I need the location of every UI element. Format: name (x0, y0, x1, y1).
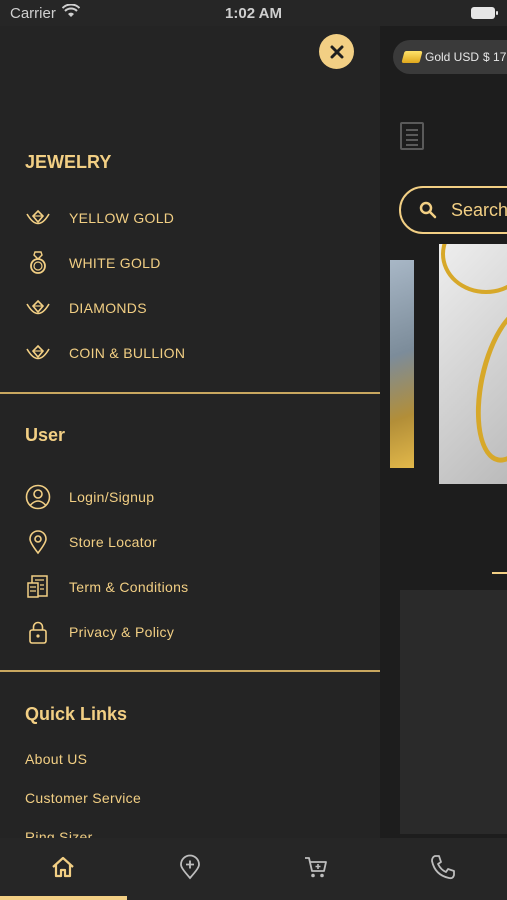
menu-item-login-signup[interactable]: Login/Signup (25, 482, 154, 512)
divider (0, 392, 380, 394)
lock-icon (25, 619, 51, 645)
menu-item-white-gold[interactable]: WHITE GOLD (25, 248, 160, 278)
menu-item-label: COIN & BULLION (69, 345, 186, 361)
close-button[interactable] (319, 34, 354, 69)
search-placeholder: Search (451, 199, 507, 220)
clock: 1:02 AM (225, 5, 282, 22)
active-tab-indicator (0, 896, 127, 900)
side-drawer: JEWELRY YELLOW GOLD WHITE GOLD DIAMONDS … (0, 26, 380, 838)
section-title-quick-links: Quick Links (25, 704, 128, 724)
menu-item-label: Term & Conditions (69, 579, 189, 595)
search-bar[interactable]: Search (399, 186, 507, 234)
menu-item-label: Login/Signup (69, 489, 155, 505)
quick-link-about-us[interactable]: About US (25, 751, 87, 767)
necklace-icon (25, 205, 51, 231)
user-icon (25, 484, 51, 510)
menu-item-yellow-gold[interactable]: YELLOW GOLD (25, 203, 174, 233)
divider (0, 670, 380, 672)
gold-price-ticker[interactable]: Gold USD $ 17 (393, 40, 507, 74)
ticker-value: $ 17 (483, 50, 507, 64)
quick-link-customer-service[interactable]: Customer Service (25, 790, 141, 806)
status-bar: Carrier 1:02 AM (0, 0, 507, 26)
divider (492, 572, 507, 574)
menu-item-label: YELLOW GOLD (69, 210, 175, 226)
menu-item-terms[interactable]: Term & Conditions (25, 572, 188, 602)
menu-item-label: Store Locator (69, 534, 157, 550)
tab-store[interactable] (175, 852, 205, 882)
ring-icon (25, 250, 51, 276)
necklace-icon (25, 295, 51, 321)
battery-icon (471, 7, 498, 19)
tab-contact[interactable] (428, 852, 458, 882)
tab-home[interactable] (48, 852, 78, 882)
section-title-jewelry: JEWELRY (25, 152, 112, 172)
cart-icon (305, 857, 327, 878)
phone-icon (431, 855, 455, 880)
menu-item-label: Privacy & Policy (69, 624, 175, 640)
menu-item-label: DIAMONDS (69, 300, 147, 316)
section-title-user: User (25, 425, 66, 445)
bottom-tab-bar (0, 838, 507, 900)
menu-item-coin-bullion[interactable]: COIN & BULLION (25, 338, 185, 368)
menu-item-privacy[interactable]: Privacy & Policy (25, 617, 174, 647)
document-icon (25, 574, 51, 600)
menu-icon[interactable] (400, 122, 424, 150)
menu-item-label: WHITE GOLD (69, 255, 161, 271)
location-pin-icon (25, 529, 51, 555)
close-icon (330, 45, 343, 58)
product-card[interactable] (400, 590, 507, 834)
menu-item-diamonds[interactable]: DIAMONDS (25, 293, 147, 323)
necklace-icon (25, 340, 51, 366)
gold-bar-icon (401, 51, 423, 63)
ticker-label: Gold USD (425, 50, 480, 64)
background-home-screen: Gold USD $ 17 Search (380, 26, 507, 838)
search-icon (419, 201, 437, 219)
menu-item-store-locator[interactable]: Store Locator (25, 527, 157, 557)
quick-link-ring-sizer[interactable]: Ring Sizer (25, 829, 93, 838)
banner-image[interactable] (439, 244, 507, 484)
tab-cart[interactable] (301, 852, 331, 882)
home-icon (52, 856, 74, 878)
add-location-icon (180, 854, 200, 880)
banner-image[interactable] (390, 260, 414, 468)
